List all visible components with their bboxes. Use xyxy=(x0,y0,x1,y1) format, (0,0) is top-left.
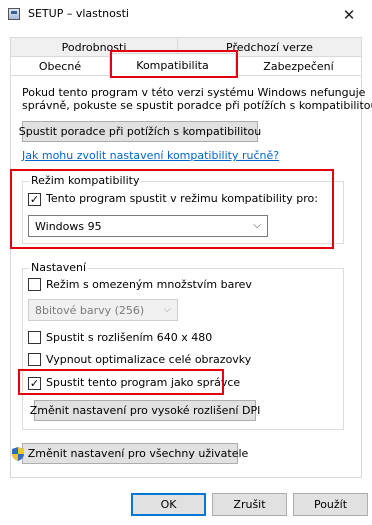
high-dpi-button-label: Změnit nastavení pro vysoké rozlišení DP… xyxy=(29,404,261,417)
cancel-button[interactable]: Zrušit xyxy=(212,493,287,516)
compat-mode-group-label: Režim kompatibility xyxy=(29,174,142,187)
compat-os-select[interactable]: Windows 95 ⌵ xyxy=(28,215,268,237)
disable-fullscreen-opt-label: Vypnout optimalizace celé obrazovky xyxy=(46,353,252,366)
checkmark-icon: ✓ xyxy=(29,377,40,390)
settings-group: Nastavení Režim s omezeným množstvím bar… xyxy=(22,261,344,430)
tab-label: Kompatibilita xyxy=(136,59,209,72)
cancel-button-label: Zrušit xyxy=(233,498,266,511)
ok-button[interactable]: OK xyxy=(131,493,206,516)
shield-icon xyxy=(11,446,24,461)
color-depth-select[interactable]: 8bitové barvy (256) ⌵ xyxy=(28,299,178,321)
ok-button-label: OK xyxy=(160,498,177,511)
tab-zabezpeceni[interactable]: Zabezpečení xyxy=(235,56,362,76)
disable-fullscreen-opt-checkbox[interactable] xyxy=(28,353,41,366)
color-depth-value: 8bitové barvy (256) xyxy=(35,303,145,317)
compat-mode-group: Režim kompatibility ✓ Tento program spus… xyxy=(22,174,344,244)
tab-label: Podrobnosti xyxy=(61,40,127,54)
compat-mode-checkbox-label: Tento program spustit v režimu kompatibi… xyxy=(46,192,318,205)
tab-obecne[interactable]: Obecné xyxy=(10,56,110,76)
apply-button[interactable]: Použít xyxy=(293,493,368,516)
intro-line-1: Pokud tento program v této verzi systému… xyxy=(22,86,366,99)
tab-label: Obecné xyxy=(38,59,82,73)
run-as-admin-checkbox[interactable]: ✓ xyxy=(28,377,41,390)
title-bar: SETUP – vlastnosti ✕ xyxy=(0,0,372,30)
intro-line-2: správně, pokuste se spustit poradce při … xyxy=(22,99,372,112)
resolution-640-label: Spustit s rozlišením 640 x 480 xyxy=(46,331,213,344)
tab-label: Předchozí verze xyxy=(226,40,313,54)
close-icon: ✕ xyxy=(342,6,356,24)
tab-kompatibilita[interactable]: Kompatibilita xyxy=(109,53,236,77)
reduced-color-label: Režim s omezeným množstvím barev xyxy=(46,278,252,291)
settings-group-label: Nastavení xyxy=(29,261,89,274)
resolution-640-checkbox[interactable] xyxy=(28,331,41,344)
apply-button-label: Použít xyxy=(313,498,348,511)
all-users-button[interactable]: Změnit nastavení pro všechny uživatele xyxy=(11,443,248,464)
checkmark-icon: ✓ xyxy=(29,193,40,206)
compat-os-value: Windows 95 xyxy=(35,219,102,233)
close-button[interactable]: ✕ xyxy=(326,0,372,30)
chevron-down-icon: ⌵ xyxy=(163,304,171,315)
high-dpi-button[interactable]: Změnit nastavení pro vysoké rozlišení DP… xyxy=(30,400,260,421)
troubleshooter-button[interactable]: Spustit poradce při potížích s kompatibi… xyxy=(19,121,261,142)
reduced-color-checkbox[interactable] xyxy=(28,278,41,291)
troubleshooter-button-label: Spustit poradce při potížích s kompatibi… xyxy=(18,125,262,138)
run-as-admin-label: Spustit tento program jako správce xyxy=(46,376,241,389)
tab-panel-kompatibilita: Pokud tento program v této verzi systému… xyxy=(10,75,372,478)
tab-label: Zabezpečení xyxy=(263,59,334,73)
all-users-button-label: Změnit nastavení pro všechny uživatele xyxy=(27,447,249,460)
window-title: SETUP – vlastnosti xyxy=(28,7,129,20)
manual-settings-link[interactable]: Jak mohu zvolit nastavení kompatibility … xyxy=(22,149,279,162)
chevron-down-icon: ⌵ xyxy=(253,220,261,231)
app-icon xyxy=(8,8,20,20)
compat-mode-checkbox[interactable]: ✓ xyxy=(28,193,41,206)
